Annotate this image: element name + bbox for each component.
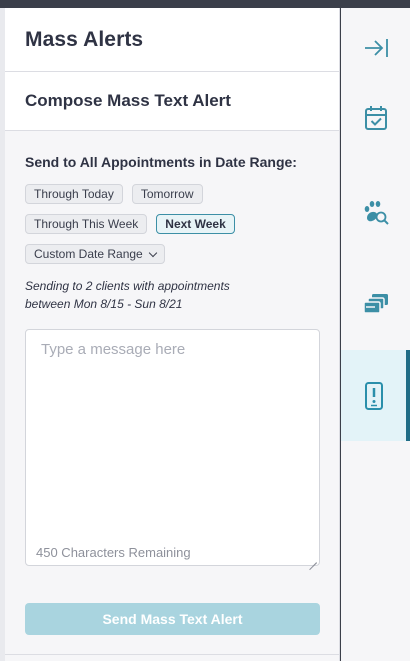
summary-line-2: between Mon 8/15 - Sun 8/21 — [25, 297, 183, 311]
chip-label: Through This Week — [34, 217, 139, 231]
rail-item-cards[interactable] — [341, 286, 410, 320]
top-bar — [0, 0, 410, 8]
chip-label: Through Today — [34, 187, 114, 201]
phone-alert-icon — [364, 381, 383, 410]
chip-label: Custom Date Range — [34, 247, 143, 261]
rail-item-pet-search[interactable] — [341, 194, 410, 232]
chip-next-week[interactable]: Next Week — [156, 214, 235, 234]
paw-search-icon — [364, 201, 389, 225]
collapse-panel-icon — [364, 39, 388, 57]
summary-line-1: Sending to 2 clients with appointments — [25, 279, 230, 293]
message-box: 450 Characters Remaining — [25, 329, 320, 566]
chip-label: Next Week — [165, 217, 226, 231]
right-icon-rail — [341, 8, 410, 661]
chip-through-this-week[interactable]: Through This Week — [25, 214, 148, 234]
characters-remaining: 450 Characters Remaining — [36, 545, 191, 560]
section-title: Compose Mass Text Alert — [25, 91, 231, 110]
panel-title: Mass Alerts — [25, 27, 144, 51]
date-range-label: Send to All Appointments in Date Range: — [25, 154, 297, 170]
cards-icon — [362, 294, 388, 314]
chip-through-today[interactable]: Through Today — [25, 184, 123, 204]
resize-handle-icon[interactable] — [309, 555, 317, 563]
section-header: Compose Mass Text Alert — [5, 72, 339, 131]
rail-item-collapse[interactable] — [341, 30, 410, 66]
recipients-summary: Sending to 2 clients with appointments b… — [25, 277, 319, 313]
chip-label: Tomorrow — [140, 187, 194, 201]
divider — [5, 654, 340, 655]
chip-tomorrow[interactable]: Tomorrow — [131, 184, 203, 204]
mass-alerts-panel: Mass Alerts Compose Mass Text Alert Send… — [5, 8, 340, 661]
rail-item-mass-alerts[interactable] — [341, 350, 410, 441]
send-mass-text-alert-button[interactable]: Send Mass Text Alert — [25, 603, 320, 635]
rail-item-appointments[interactable] — [341, 100, 410, 136]
panel-header: Mass Alerts — [5, 8, 339, 72]
chip-custom-date-range[interactable]: Custom Date Range — [25, 244, 165, 264]
calendar-check-icon — [364, 106, 387, 130]
compose-body: Send to All Appointments in Date Range: … — [5, 131, 339, 635]
chevron-down-icon — [148, 248, 157, 257]
message-input[interactable] — [26, 330, 319, 565]
date-range-options: Through Today Tomorrow Through This Week… — [25, 184, 285, 264]
